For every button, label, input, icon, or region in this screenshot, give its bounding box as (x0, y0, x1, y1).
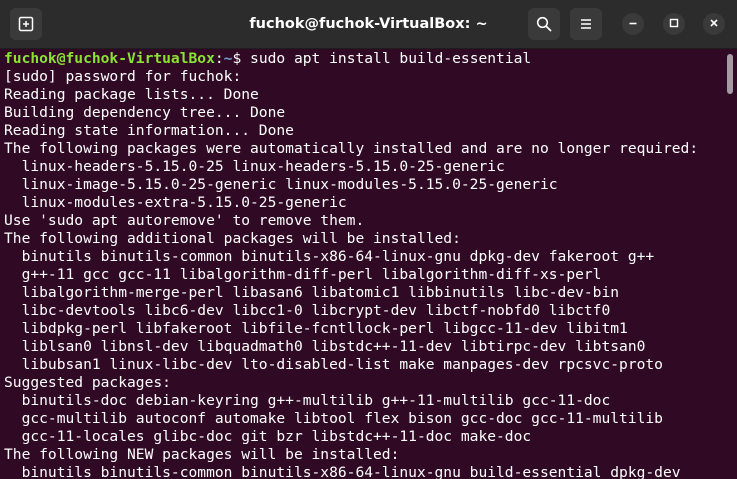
scrollbar-thumb[interactable] (727, 54, 733, 94)
prompt-user-host: fuchok@fuchok-VirtualBox (4, 50, 215, 67)
maximize-icon (669, 15, 679, 33)
terminal-window: fuchok@fuchok-VirtualBox: ~ fuchok@fucho… (0, 0, 737, 479)
close-button[interactable] (703, 13, 725, 35)
output-line: binutils binutils-common binutils-x86-64… (4, 464, 681, 479)
output-line: libc-devtools libc6-dev libcc1-0 libcryp… (4, 302, 611, 319)
output-line: linux-headers-5.15.0-25 linux-headers-5.… (4, 158, 505, 175)
output-line: g++-11 gcc gcc-11 libalgorithm-diff-perl… (4, 266, 602, 283)
output-line: Suggested packages: (4, 374, 171, 391)
maximize-button[interactable] (663, 13, 685, 35)
output-line: Reading package lists... Done (4, 86, 259, 103)
output-line: linux-modules-extra-5.15.0-25-generic (4, 194, 347, 211)
close-icon (709, 15, 719, 33)
output-line: Building dependency tree... Done (4, 104, 286, 121)
output-line: linux-image-5.15.0-25-generic linux-modu… (4, 176, 558, 193)
search-icon (536, 16, 552, 32)
output-line: binutils binutils-common binutils-x86-64… (4, 248, 655, 265)
output-line: Use 'sudo apt autoremove' to remove them… (4, 212, 365, 229)
new-tab-icon (18, 16, 34, 32)
title-bar: fuchok@fuchok-VirtualBox: ~ (0, 0, 737, 49)
output-line: liblsan0 libnsl-dev libquadmath0 libstdc… (4, 338, 646, 355)
prompt-command: sudo apt install build-essential (250, 50, 532, 67)
output-line: libdpkg-perl libfakeroot libfile-fcntllo… (4, 320, 628, 337)
prompt-separator: : (214, 50, 224, 67)
output-line: The following packages were automaticall… (4, 140, 699, 157)
output-line: Reading state information... Done (4, 122, 294, 139)
output-line: gcc-multilib autoconf automake libtool f… (4, 410, 663, 427)
new-tab-button[interactable] (10, 8, 42, 40)
terminal-output[interactable]: fuchok@fuchok-VirtualBox:~$ sudo apt ins… (0, 50, 724, 479)
minimize-icon (628, 15, 638, 33)
search-button[interactable] (528, 8, 560, 40)
output-line: libalgorithm-merge-perl libasan6 libatom… (4, 284, 620, 301)
hamburger-menu-icon (579, 17, 593, 31)
output-line: The following additional packages will b… (4, 230, 461, 247)
output-line: gcc-11-locales glibc-doc git bzr libstdc… (4, 428, 532, 445)
output-line: The following NEW packages will be insta… (4, 446, 400, 463)
prompt-line: fuchok@fuchok-VirtualBox:~$ sudo apt ins… (0, 50, 724, 68)
prompt-symbol: $ (232, 50, 251, 67)
minimize-button[interactable] (622, 13, 644, 35)
output-line: [sudo] password for fuchok: (4, 68, 242, 85)
menu-button[interactable] (570, 8, 602, 40)
output-line: binutils-doc debian-keyring g++-multilib… (4, 392, 611, 409)
output-line: libubsan1 linux-libc-dev lto-disabled-li… (4, 356, 663, 373)
